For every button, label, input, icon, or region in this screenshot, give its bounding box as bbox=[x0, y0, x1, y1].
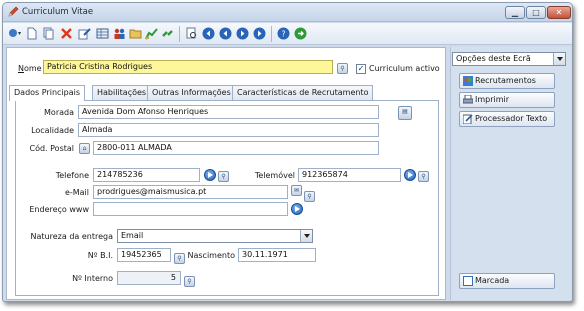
interno-label: Nº Interno bbox=[72, 274, 113, 283]
call-telemovel-icon[interactable] bbox=[404, 169, 416, 181]
natureza-entrega-select[interactable]: Email bbox=[117, 229, 313, 243]
tab-outras-informacoes[interactable]: Outras Informações bbox=[147, 85, 236, 100]
curriculum-activo-label: Curriculum activo bbox=[369, 64, 440, 73]
exit-icon[interactable] bbox=[294, 27, 307, 40]
imprimir-button[interactable]: Imprimir bbox=[459, 92, 555, 108]
close-button[interactable]: ✕ bbox=[547, 6, 571, 19]
printer-icon bbox=[463, 95, 473, 104]
preview-icon[interactable] bbox=[185, 27, 198, 40]
address-book-icon[interactable]: ▤ bbox=[398, 106, 412, 120]
nome-field[interactable]: Patricia Cristina Rodrigues bbox=[43, 60, 333, 74]
marcada-label: Marcada bbox=[475, 276, 510, 285]
main-form-panel: Nome Patricia Cristina Rodrigues ⚲ ✓ Cur… bbox=[6, 47, 446, 300]
morada-label: Morada bbox=[44, 108, 74, 117]
opcoes-ecra-select[interactable]: Opções deste Ecrã bbox=[452, 52, 566, 66]
natureza-entrega-label: Natureza da entrega bbox=[30, 232, 113, 241]
curriculum-activo-checkbox[interactable]: ✓ bbox=[356, 64, 366, 74]
people-icon[interactable] bbox=[113, 27, 126, 40]
chevron-down-icon bbox=[300, 230, 312, 242]
chart-icon[interactable] bbox=[145, 27, 158, 40]
postal-lookup-icon[interactable]: ⌂ bbox=[79, 143, 90, 154]
toolbar: ? bbox=[3, 23, 572, 45]
nascimento-field[interactable]: 30.11.1971 bbox=[238, 248, 316, 262]
interno-field[interactable]: 5 bbox=[117, 271, 181, 285]
email-field[interactable]: prodrigues@maismusica.pt bbox=[93, 185, 288, 199]
tab-habilitacoes[interactable]: Habilitações bbox=[92, 85, 152, 100]
telefone-field[interactable]: 214785236 bbox=[93, 168, 200, 182]
endereco-www-field[interactable] bbox=[93, 202, 288, 216]
window-title: Curriculum Vitae bbox=[22, 7, 94, 17]
nome-label: Nome bbox=[18, 64, 42, 73]
edit-icon[interactable] bbox=[78, 27, 91, 40]
help-icon[interactable]: ? bbox=[277, 27, 290, 40]
title-bar: Curriculum Vitae ▁ □ ✕ bbox=[3, 3, 572, 22]
call-telefone-icon[interactable] bbox=[204, 169, 216, 181]
processador-texto-label: Processador Texto bbox=[475, 114, 548, 123]
tab-caracteristicas-recrutamento[interactable]: Características de Recrutamento bbox=[232, 85, 374, 100]
telemovel-lookup-icon[interactable]: ⚲ bbox=[418, 171, 429, 182]
telefone-lookup-icon[interactable]: ⚲ bbox=[218, 171, 229, 182]
bi-field[interactable]: 19452365 bbox=[117, 248, 171, 262]
dropdown-icon[interactable] bbox=[8, 27, 21, 40]
folder-icon[interactable] bbox=[129, 27, 142, 40]
recrutamentos-button[interactable]: Recrutamentos bbox=[459, 73, 555, 89]
nascimento-label: Nascimento bbox=[187, 251, 236, 260]
processador-texto-button[interactable]: Processador Texto bbox=[459, 111, 555, 127]
email-label: e-Mail bbox=[64, 188, 89, 197]
bi-lookup-icon[interactable]: ⚲ bbox=[174, 253, 185, 264]
opcoes-ecra-value: Opções deste Ecrã bbox=[456, 54, 531, 63]
nome-lookup-icon[interactable]: ⚲ bbox=[337, 63, 348, 74]
cod-postal-label: Cód. Postal bbox=[29, 144, 74, 153]
minimize-button[interactable]: ▁ bbox=[505, 6, 525, 19]
link-icon[interactable] bbox=[161, 27, 174, 40]
imprimir-label: Imprimir bbox=[475, 95, 510, 104]
copy-icon[interactable] bbox=[42, 27, 55, 40]
recrutamentos-icon bbox=[463, 76, 473, 86]
new-icon[interactable] bbox=[25, 27, 38, 40]
bi-label: Nº B.I. bbox=[87, 251, 113, 260]
send-email-icon[interactable]: ✉ bbox=[291, 185, 302, 196]
checkbox-icon bbox=[463, 276, 473, 286]
svg-text:?: ? bbox=[281, 30, 285, 39]
nav-last-icon[interactable] bbox=[253, 27, 266, 40]
cod-postal-field[interactable]: 2800-011 ALMADA bbox=[93, 141, 379, 155]
morada-field[interactable]: Avenida Dom Afonso Henriques bbox=[78, 105, 379, 119]
table-icon[interactable] bbox=[96, 27, 109, 40]
telefone-label: Telefone bbox=[55, 171, 89, 180]
nav-next-icon[interactable] bbox=[236, 27, 249, 40]
curriculum-vitae-window: Curriculum Vitae ▁ □ ✕ ? Nome Patricia C… bbox=[2, 2, 573, 302]
tab-dados-principais[interactable]: Dados Principais bbox=[9, 85, 86, 101]
nav-prev-icon[interactable] bbox=[219, 27, 232, 40]
chevron-down-icon bbox=[553, 53, 565, 65]
localidade-label: Localidade bbox=[31, 126, 74, 135]
open-website-icon[interactable] bbox=[291, 203, 303, 215]
endereco-www-label: Endereço www bbox=[29, 205, 89, 214]
delete-icon[interactable] bbox=[60, 27, 73, 40]
natureza-entrega-value: Email bbox=[121, 231, 144, 240]
app-pencil-icon bbox=[8, 6, 19, 17]
localidade-field[interactable]: Almada bbox=[78, 123, 379, 137]
telemovel-field[interactable]: 912365874 bbox=[298, 168, 401, 182]
word-processor-icon bbox=[463, 114, 473, 124]
side-panel: Opções deste Ecrã Recrutamentos Imprimir… bbox=[450, 47, 571, 300]
dados-principais-page: Morada Avenida Dom Afonso Henriques ▤ Lo… bbox=[15, 100, 439, 296]
telemovel-label: Telemóvel bbox=[254, 171, 295, 180]
marcada-button[interactable]: Marcada bbox=[459, 273, 555, 289]
email-lookup-icon[interactable]: ⚲ bbox=[304, 191, 315, 202]
interno-lookup-icon[interactable]: ⚲ bbox=[184, 276, 195, 287]
nav-first-icon[interactable] bbox=[202, 27, 215, 40]
recrutamentos-label: Recrutamentos bbox=[475, 76, 536, 85]
maximize-button[interactable]: □ bbox=[526, 6, 546, 19]
